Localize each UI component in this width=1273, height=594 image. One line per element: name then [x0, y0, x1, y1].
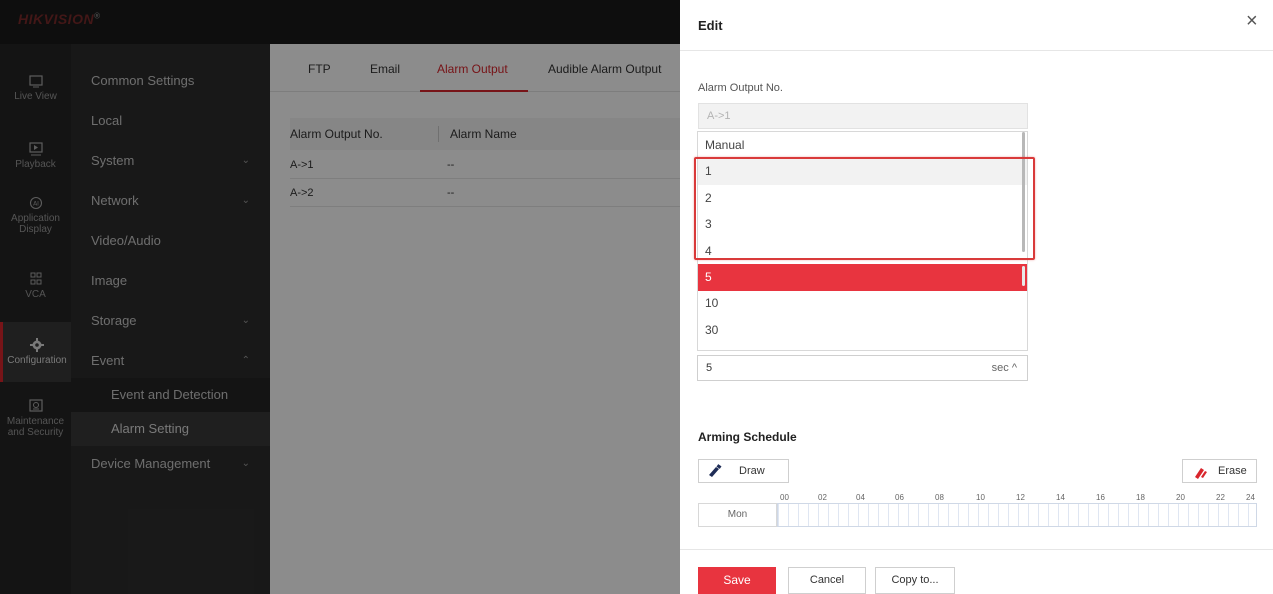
menu-image[interactable]: Image [71, 261, 270, 301]
menu-network[interactable]: Network ⌄ [71, 181, 270, 221]
divider [680, 50, 1273, 51]
icon-rail: Live View Playback AI Application Displa… [0, 44, 71, 594]
dropdown-option[interactable]: 30 [698, 317, 1027, 344]
top-bar: HIKVISION® [0, 0, 680, 44]
eraser-icon [1195, 468, 1207, 479]
table-cell: -- [447, 159, 455, 171]
dropdown-scrollbar[interactable] [1022, 132, 1025, 252]
chevron-down-icon: ⌄ [241, 195, 250, 206]
menu-alarm-setting[interactable]: Alarm Setting [71, 412, 270, 446]
hour-tick: 02 [818, 493, 827, 502]
panel-title: Edit [698, 18, 723, 33]
rail-configuration[interactable]: Configuration [0, 322, 71, 382]
chevron-down-icon: ⌄ [241, 315, 250, 326]
tab-ftp[interactable]: FTP [308, 62, 331, 76]
table-cell: A->2 [290, 187, 314, 199]
dropdown-option[interactable]: 2 [698, 185, 1027, 212]
chevron-down-icon: ⌄ [241, 458, 250, 469]
delay-dropdown-list[interactable]: Manual 1 2 3 4 5 10 30 60 [697, 131, 1028, 351]
tab-alarm-output[interactable]: Alarm Output [437, 62, 508, 76]
table-cell: A->1 [290, 159, 314, 171]
hour-tick: 06 [895, 493, 904, 502]
dropdown-option[interactable]: 10 [698, 290, 1027, 317]
dropdown-option[interactable]: 60 [698, 342, 1027, 350]
rail-playback[interactable]: Playback [0, 142, 71, 198]
menu-event-and-detection[interactable]: Event and Detection [71, 378, 270, 412]
hour-tick: 14 [1056, 493, 1065, 502]
hour-tick: 10 [976, 493, 985, 502]
menu-system[interactable]: System ⌄ [71, 141, 270, 181]
playback-icon [28, 142, 43, 156]
hour-tick: 12 [1016, 493, 1025, 502]
monitor-icon [28, 75, 43, 88]
cancel-button[interactable]: Cancel [788, 567, 866, 594]
copy-to-button[interactable]: Copy to... [875, 567, 955, 594]
draw-button[interactable]: Draw [698, 459, 789, 483]
brush-icon [709, 464, 722, 477]
menu-local[interactable]: Local [71, 101, 270, 141]
rail-maintenance[interactable]: Maintenance and Security [0, 399, 71, 455]
dropdown-option-selected[interactable]: 5 [698, 264, 1027, 291]
dropdown-scrollbar-track [1022, 266, 1025, 286]
menu-common-settings[interactable]: Common Settings [71, 61, 270, 101]
divider [680, 549, 1273, 550]
hour-tick: 18 [1136, 493, 1145, 502]
delay-select[interactable]: 5 sec ^ [697, 355, 1028, 381]
rail-application-display[interactable]: AI Application Display [0, 196, 71, 252]
hour-tick: 20 [1176, 493, 1185, 502]
maintenance-icon [28, 399, 43, 412]
menu-device-management[interactable]: Device Management ⌄ [71, 444, 270, 484]
chevron-up-icon: ⌃ [241, 355, 250, 366]
menu-event[interactable]: Event ⌃ [71, 341, 270, 381]
dropdown-option[interactable]: 4 [698, 238, 1027, 265]
column-divider [438, 126, 439, 142]
table-header: Alarm Output No. Alarm Name [290, 118, 680, 150]
save-button[interactable]: Save [698, 567, 776, 594]
ai-icon: AI [29, 196, 42, 210]
rail-live-view[interactable]: Live View [0, 74, 71, 130]
tab-email[interactable]: Email [370, 62, 400, 76]
hour-tick: 24 [1246, 493, 1255, 502]
table-row[interactable]: A->2 -- [290, 180, 680, 207]
schedule-timeline: 00 02 04 06 08 10 12 14 16 18 20 22 24 M… [698, 493, 1257, 527]
erase-label: Erase [1218, 465, 1247, 477]
gear-icon [30, 338, 44, 352]
close-icon[interactable]: × [1246, 10, 1258, 33]
grid-icon [30, 272, 41, 285]
draw-label: Draw [739, 465, 765, 477]
rail-vca[interactable]: VCA [0, 272, 71, 328]
chevron-down-icon: ⌄ [241, 155, 250, 166]
menu-video-audio[interactable]: Video/Audio [71, 221, 270, 261]
erase-button[interactable]: Erase [1182, 459, 1257, 483]
table-cell: -- [447, 187, 455, 199]
active-tab-indicator [420, 90, 528, 92]
brand-logo: HIKVISION® [18, 11, 101, 27]
hour-tick: 04 [856, 493, 865, 502]
dropdown-option[interactable]: 3 [698, 211, 1027, 238]
content-area: FTP Email Alarm Output Audible Alarm Out… [270, 44, 680, 594]
alarm-output-no-label: Alarm Output No. [698, 82, 783, 94]
edit-panel: Edit × Alarm Output No. A->1 Manual 1 2 … [680, 0, 1273, 594]
tab-audible-alarm-output[interactable]: Audible Alarm Output [548, 62, 661, 76]
hour-tick: 22 [1216, 493, 1225, 502]
alarm-output-no-field: A->1 [698, 103, 1028, 129]
tab-bar: FTP Email Alarm Output Audible Alarm Out… [270, 44, 680, 92]
arming-schedule-title: Arming Schedule [698, 430, 797, 444]
dropdown-option[interactable]: Manual [698, 132, 1027, 159]
column-header: Alarm Name [450, 127, 517, 141]
hour-tick: 16 [1096, 493, 1105, 502]
delay-unit: sec ^ [991, 362, 1017, 374]
column-header: Alarm Output No. [290, 127, 383, 141]
hour-tick: 00 [780, 493, 789, 502]
dropdown-option[interactable]: 1 [698, 158, 1027, 185]
day-label: Mon [698, 503, 777, 527]
hour-tick: 08 [935, 493, 944, 502]
table-row[interactable]: A->1 -- [290, 152, 680, 179]
svg-text:AI: AI [33, 201, 39, 208]
delay-value: 5 [706, 362, 713, 374]
config-menu: Common Settings Local System ⌄ Network ⌄ V… [71, 44, 270, 594]
menu-storage[interactable]: Storage ⌄ [71, 301, 270, 341]
schedule-grid[interactable] [777, 503, 1257, 527]
